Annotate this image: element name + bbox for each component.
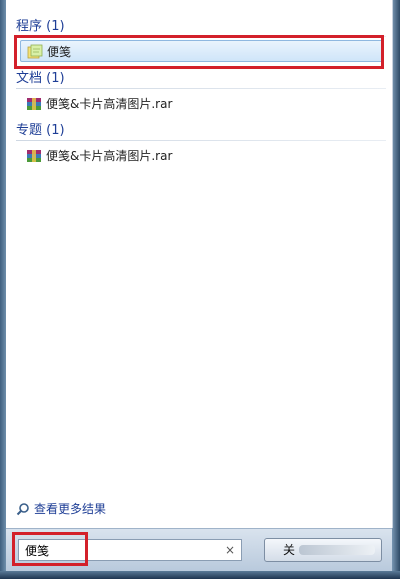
group-header-topics: 专题 (1) bbox=[16, 122, 386, 141]
group-header-programs: 程序 (1) bbox=[16, 18, 386, 37]
group-title: 文档 (1) bbox=[16, 71, 65, 86]
result-label: 便笺 bbox=[47, 45, 72, 59]
search-icon bbox=[16, 503, 29, 516]
window-frame-right bbox=[392, 0, 400, 579]
divider bbox=[16, 140, 386, 141]
rar-archive-icon bbox=[27, 98, 41, 110]
start-menu-footer: × 关 bbox=[6, 528, 392, 572]
divider bbox=[16, 36, 386, 37]
group-header-documents: 文档 (1) bbox=[16, 70, 386, 89]
group-title: 专题 (1) bbox=[16, 123, 65, 138]
window-frame-bottom bbox=[0, 571, 400, 579]
search-input[interactable] bbox=[25, 542, 215, 558]
result-item-sticky-notes[interactable]: 便笺 bbox=[20, 40, 384, 62]
group-title: 程序 (1) bbox=[16, 19, 65, 34]
divider bbox=[16, 88, 386, 89]
result-item-topic-rar[interactable]: 便笺&卡片高清图片.rar bbox=[20, 145, 384, 167]
search-box[interactable]: × bbox=[18, 539, 242, 561]
result-label: 便笺&卡片高清图片.rar bbox=[46, 97, 173, 111]
sticky-notes-icon bbox=[27, 44, 43, 59]
result-item-document-rar[interactable]: 便笺&卡片高清图片.rar bbox=[20, 93, 384, 115]
result-label: 便笺&卡片高清图片.rar bbox=[46, 149, 173, 163]
start-menu-results-panel: 程序 (1) 便笺 文档 (1) 便笺&卡片高清图片.rar 专题 (1) 便笺… bbox=[6, 0, 393, 528]
clear-search-icon[interactable]: × bbox=[225, 542, 235, 558]
see-more-results-label: 查看更多结果 bbox=[34, 502, 107, 516]
rar-archive-icon bbox=[27, 150, 41, 162]
shutdown-button[interactable]: 关 bbox=[264, 538, 382, 562]
obscured-text bbox=[299, 545, 375, 555]
shutdown-label: 关 bbox=[283, 543, 296, 557]
